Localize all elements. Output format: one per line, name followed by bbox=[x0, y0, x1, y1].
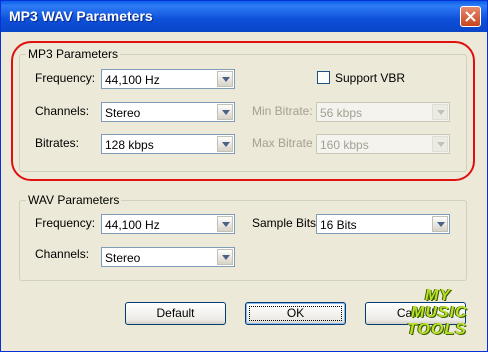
highlight-annotation bbox=[11, 41, 475, 181]
ok-button[interactable]: OK bbox=[245, 302, 346, 325]
wav-channels-select[interactable]: Stereo bbox=[101, 247, 235, 267]
sample-bits-label: Sample Bits: bbox=[252, 216, 320, 230]
watermark-line-3: TOOLS bbox=[407, 321, 467, 338]
sample-bits-value: 16 Bits bbox=[320, 218, 357, 232]
chevron-down-icon[interactable] bbox=[217, 216, 233, 232]
wav-parameters-group: WAV Parameters bbox=[19, 193, 467, 281]
wav-channels-value: Stereo bbox=[105, 251, 141, 265]
sample-bits-select[interactable]: 16 Bits bbox=[316, 214, 450, 234]
wav-channels-label: Channels: bbox=[35, 247, 90, 261]
chevron-down-icon[interactable] bbox=[217, 249, 233, 265]
close-icon bbox=[465, 11, 476, 22]
window-title: MP3 WAV Parameters bbox=[9, 8, 153, 24]
watermark-line-1: MY bbox=[425, 287, 451, 304]
title-bar[interactable]: MP3 WAV Parameters bbox=[1, 1, 487, 32]
wav-frequency-select[interactable]: 44,100 Hz bbox=[101, 214, 235, 234]
default-button-label: Default bbox=[156, 306, 195, 320]
wav-frequency-value: 44,100 Hz bbox=[105, 218, 160, 232]
dialog-window: MP3 WAV Parameters MP3 Parameters Freque… bbox=[0, 0, 488, 352]
chevron-down-icon[interactable] bbox=[432, 216, 448, 232]
close-button[interactable] bbox=[460, 6, 481, 27]
wav-group-label: WAV Parameters bbox=[28, 193, 120, 207]
default-button[interactable]: Default bbox=[125, 302, 226, 325]
wav-frequency-label: Frequency: bbox=[35, 216, 96, 230]
watermark-line-2: MUSIC bbox=[411, 304, 468, 321]
focus-ring bbox=[249, 306, 342, 321]
